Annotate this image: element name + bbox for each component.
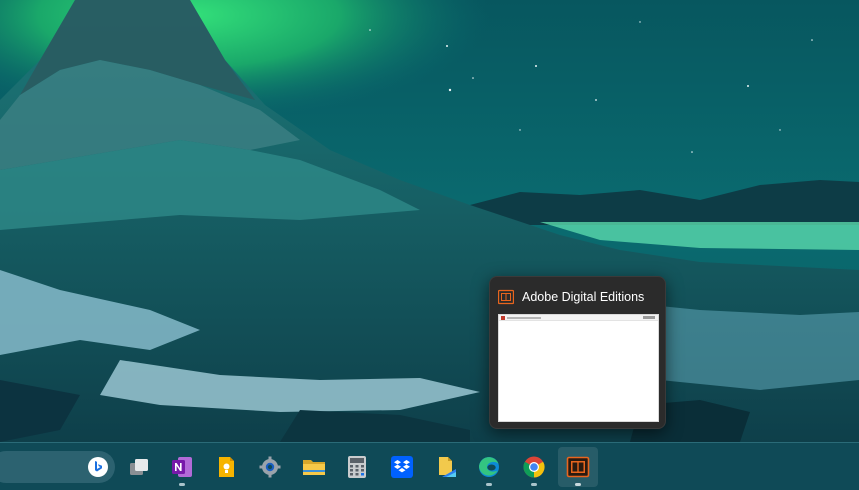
task-view-button[interactable] (119, 447, 159, 487)
onenote-button[interactable] (162, 447, 202, 487)
taskbar (0, 442, 859, 490)
google-keep-button[interactable] (206, 447, 246, 487)
thumbnail-titlebar (499, 315, 658, 321)
google-keep-icon (219, 457, 234, 477)
onenote-icon (172, 457, 192, 477)
chrome-icon (523, 456, 545, 478)
desktop-wallpaper (0, 0, 859, 442)
adobe-digital-editions-icon (498, 289, 514, 305)
calculator-icon (348, 456, 366, 478)
thumbnail-app-icon (501, 316, 505, 320)
thumbnail-window-controls (643, 316, 655, 319)
running-indicator (531, 483, 537, 486)
preview-title: Adobe Digital Editions (522, 290, 645, 304)
settings-gear-icon (259, 456, 281, 478)
chrome-button[interactable] (514, 447, 554, 487)
settings-button[interactable] (250, 447, 290, 487)
file-explorer-button[interactable] (294, 447, 334, 487)
dropbox-button[interactable] (382, 447, 422, 487)
task-view-icon (130, 459, 148, 475)
running-indicator (575, 483, 581, 486)
bing-search-icon (88, 457, 108, 477)
taskbar-window-preview[interactable]: Adobe Digital Editions (489, 276, 666, 429)
calculator-button[interactable] (337, 447, 377, 487)
adobe-digital-editions-button[interactable] (558, 447, 598, 487)
thumbnail-title-line (507, 317, 541, 319)
file-shortcut-icon (439, 457, 456, 477)
file-explorer-icon (303, 460, 325, 475)
bing-search-button[interactable] (78, 447, 118, 487)
dropbox-icon (391, 456, 413, 478)
running-indicator (179, 483, 185, 486)
file-shortcut-button[interactable] (426, 447, 466, 487)
preview-header: Adobe Digital Editions (498, 287, 657, 307)
edge-icon (479, 457, 499, 477)
adobe-digital-editions-icon (566, 456, 590, 478)
running-indicator (486, 483, 492, 486)
preview-thumbnail[interactable] (498, 314, 659, 422)
edge-button[interactable] (469, 447, 509, 487)
